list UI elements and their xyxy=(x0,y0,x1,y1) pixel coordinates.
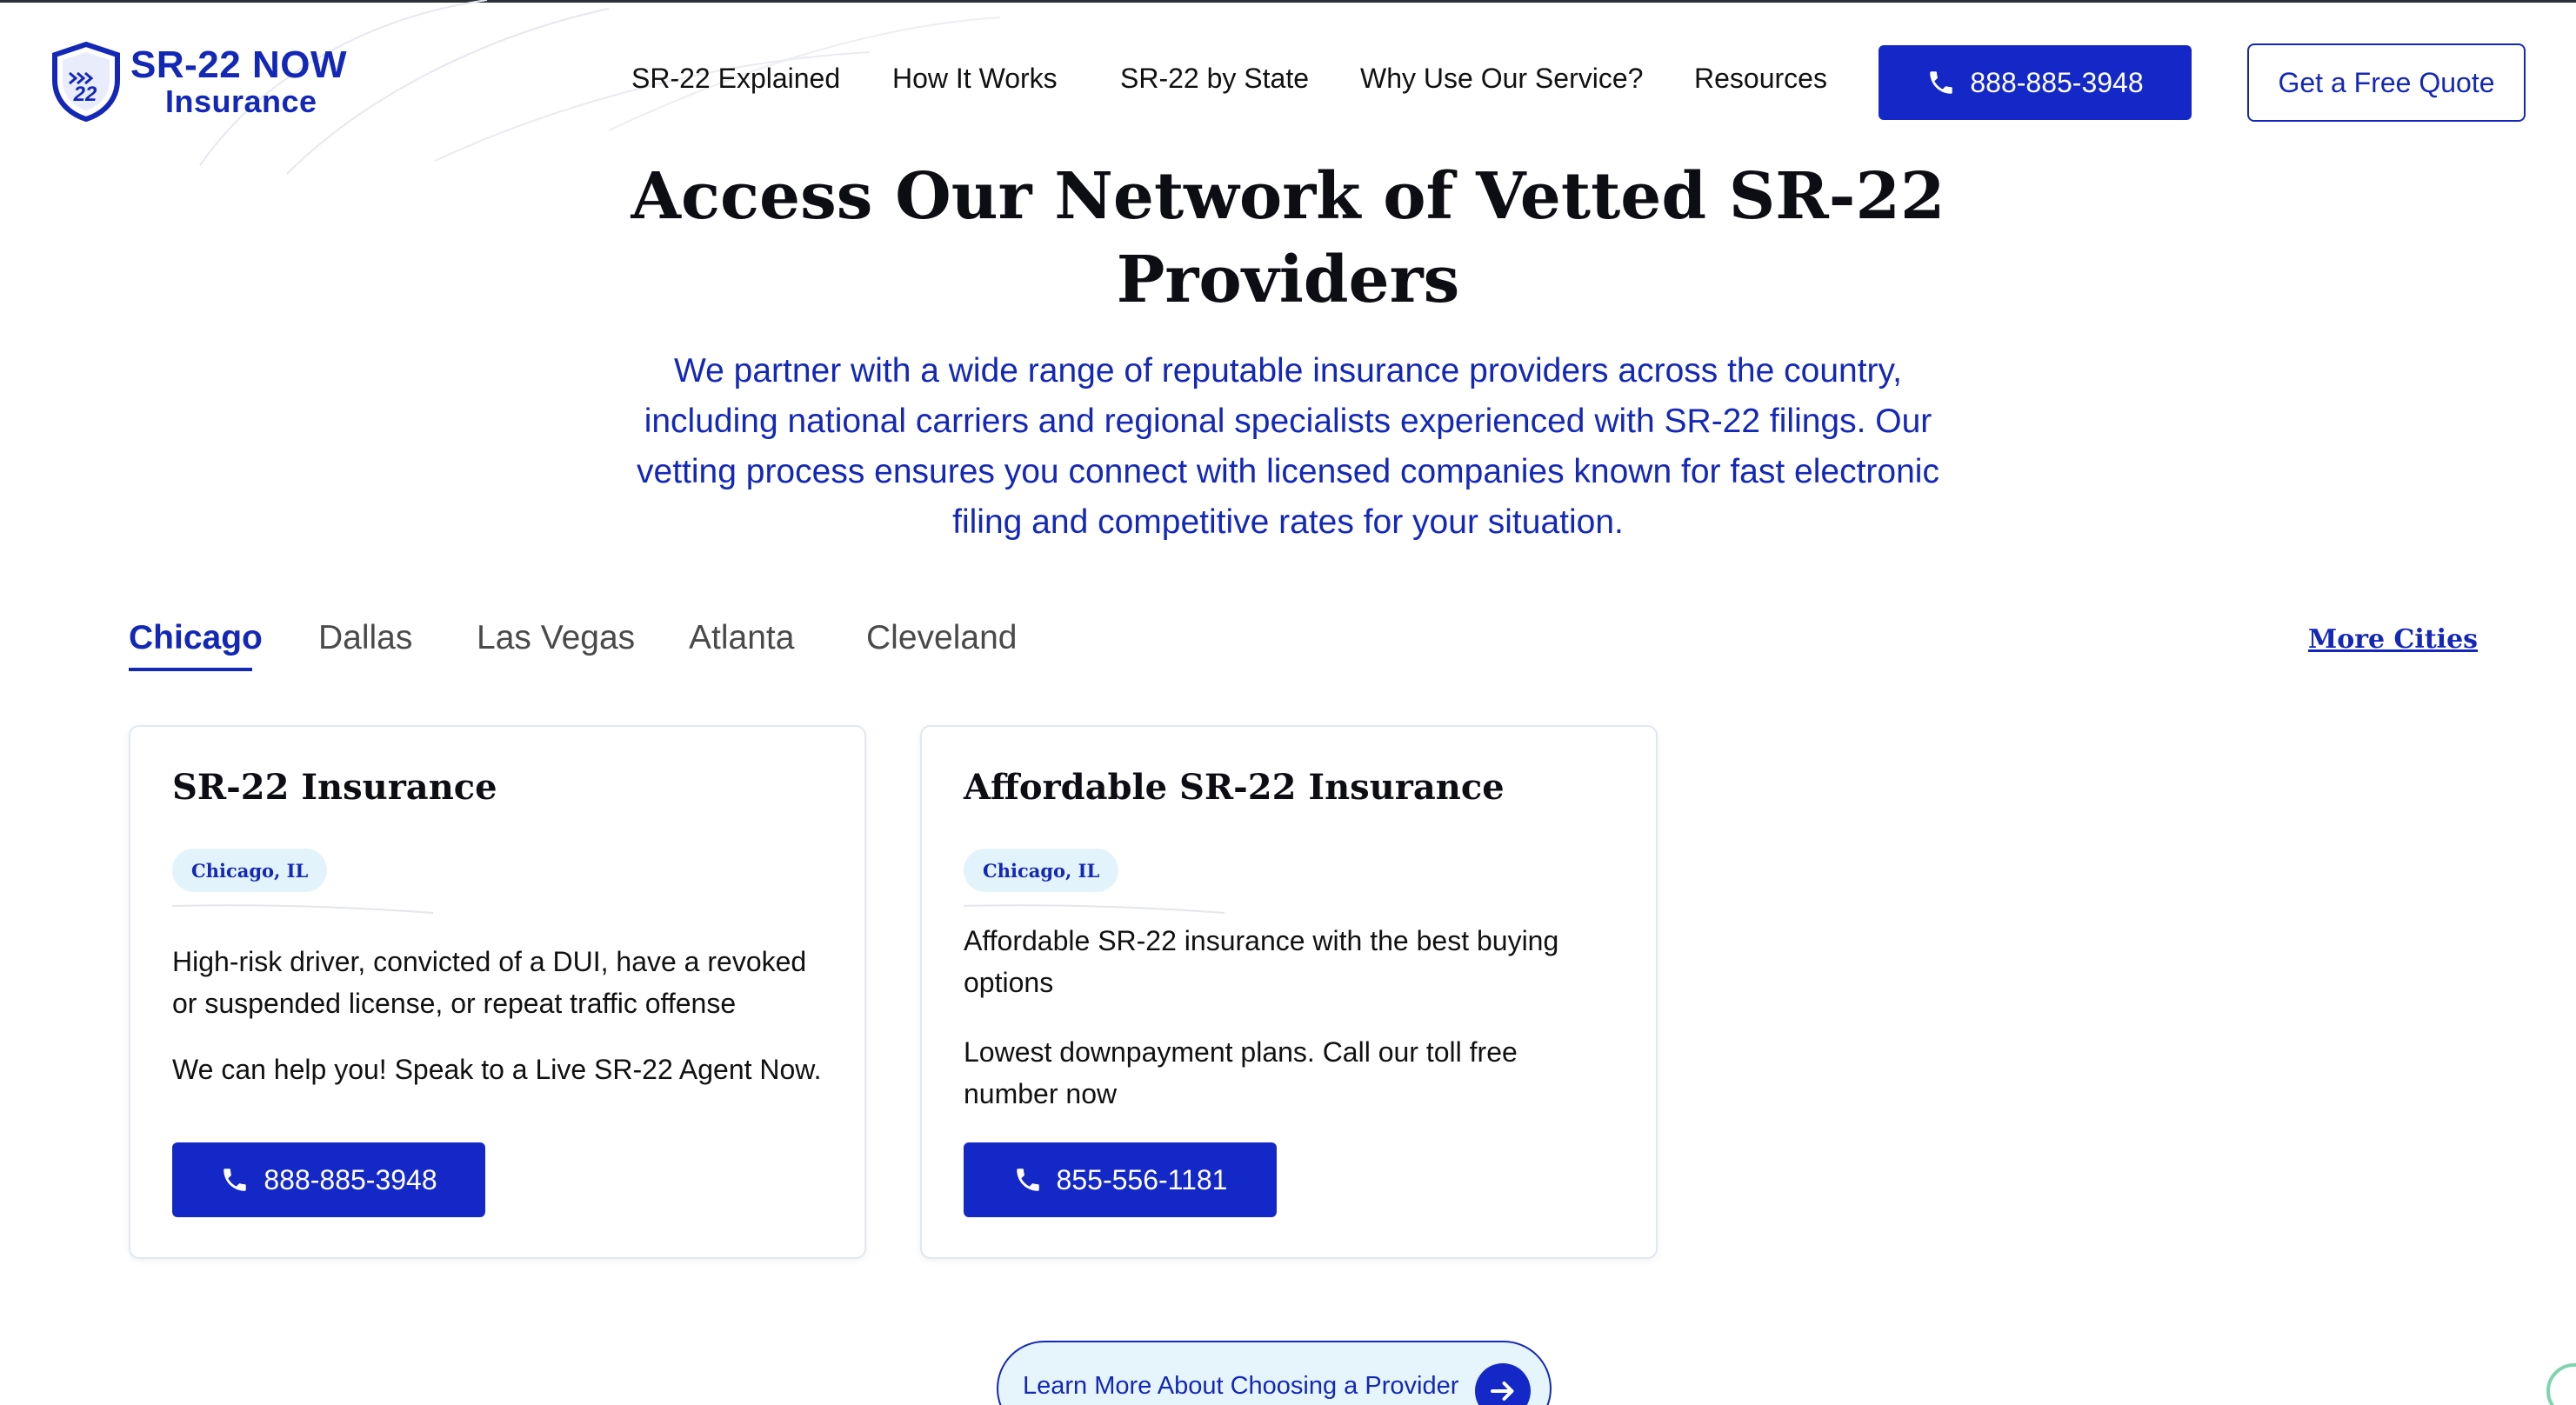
provider-call-number: 888-885-3948 xyxy=(264,1163,437,1195)
header-call-button[interactable]: 888-885-3948 xyxy=(1879,45,2192,120)
tab-dallas[interactable]: Dallas xyxy=(318,619,412,657)
page-title: Access Our Network of Vetted SR-22 Provi… xyxy=(0,155,2576,322)
site-logo[interactable]: 22 SR-22 NOW Insurance xyxy=(50,42,347,122)
tab-chicago[interactable]: Chicago xyxy=(129,619,263,657)
card-divider xyxy=(172,904,433,914)
page-subtitle-line-1: We partner with a wide range of reputabl… xyxy=(674,352,1902,390)
provider-card-cta-line-1: Lowest downpayment plans. Call our toll … xyxy=(964,1036,1518,1068)
top-border xyxy=(0,0,2576,3)
get-free-quote-button[interactable]: Get a Free Quote xyxy=(2247,43,2526,122)
nav-sr22-by-state[interactable]: SR-22 by State xyxy=(1120,63,1309,95)
shield-logo-number: 22 xyxy=(73,83,97,106)
shield-logo-icon: 22 xyxy=(52,42,120,122)
active-tab-underline xyxy=(129,668,252,671)
provider-card-description-line-2: or suspended license, or repeat traffic … xyxy=(172,988,737,1019)
tab-las-vegas[interactable]: Las Vegas xyxy=(477,619,635,657)
page-subtitle-line-3: vetting process ensures you connect with… xyxy=(637,453,1939,490)
phone-icon xyxy=(1016,1169,1039,1191)
chat-widget-edge-icon[interactable] xyxy=(2539,1356,2576,1405)
phone-icon xyxy=(1930,71,1953,94)
provider-card: SR-22 Insurance Chicago, IL High-risk dr… xyxy=(129,725,866,1259)
arrow-right-icon xyxy=(1475,1363,1531,1405)
card-divider xyxy=(964,904,1225,914)
tab-cleveland[interactable]: Cleveland xyxy=(866,619,1017,657)
location-badge: Chicago, IL xyxy=(964,849,1119,892)
provider-card-title: Affordable SR-22 Insurance xyxy=(964,767,1505,808)
logo-wordmark: SR-22 NOW Insurance xyxy=(130,46,347,117)
logo-subtitle: Insurance xyxy=(165,83,317,119)
provider-card-description: High-risk driver, convicted of a DUI, ha… xyxy=(172,941,833,1024)
nav-resources[interactable]: Resources xyxy=(1694,63,1827,95)
provider-card-description-line-1: High-risk driver, convicted of a DUI, ha… xyxy=(172,946,807,977)
provider-card-cta-text: We can help you! Speak to a Live SR-22 A… xyxy=(172,1049,833,1090)
provider-card: Affordable SR-22 Insurance Chicago, IL A… xyxy=(920,725,1658,1259)
provider-card-cta-line-1: We can help you! Speak to a Live SR-22 A… xyxy=(172,1054,822,1085)
provider-card-description: Affordable SR-22 insurance with the best… xyxy=(964,920,1625,1003)
page-title-line-1: Access Our Network of Vetted SR-22 xyxy=(631,159,1945,234)
nav-sr22-explained[interactable]: SR-22 Explained xyxy=(631,63,840,95)
learn-more-button[interactable]: Learn More About Choosing a Provider xyxy=(997,1341,1552,1405)
provider-card-cta-line-2: number now xyxy=(964,1078,1118,1109)
provider-call-button[interactable]: 888-885-3948 xyxy=(172,1142,485,1217)
page-subtitle-line-2: including national carriers and regional… xyxy=(644,403,1932,440)
location-badge: Chicago, IL xyxy=(172,849,328,892)
more-cities-link[interactable]: More Cities xyxy=(2308,624,2478,655)
provider-card-description-line-1: Affordable SR-22 insurance with the best… xyxy=(964,925,1559,956)
page: 22 SR-22 NOW Insurance SR-22 Explained H… xyxy=(0,0,2576,1405)
provider-call-button[interactable]: 855-556-1181 xyxy=(964,1142,1277,1217)
page-subtitle: We partner with a wide range of reputabl… xyxy=(591,346,1985,548)
phone-icon xyxy=(224,1169,247,1191)
provider-card-cta-text: Lowest downpayment plans. Call our toll … xyxy=(964,1031,1625,1115)
page-title-line-2: Providers xyxy=(1116,243,1460,317)
header-call-number: 888-885-3948 xyxy=(1970,66,2144,98)
nav-how-it-works[interactable]: How It Works xyxy=(892,63,1058,95)
nav-why-use-our-service[interactable]: Why Use Our Service? xyxy=(1360,63,1643,95)
learn-more-label: Learn More About Choosing a Provider xyxy=(1023,1372,1459,1400)
page-subtitle-line-4: filing and competitive rates for your si… xyxy=(952,503,1624,541)
provider-call-number: 855-556-1181 xyxy=(1056,1163,1228,1195)
provider-card-description-line-2: options xyxy=(964,967,1054,998)
logo-title: SR-22 NOW xyxy=(130,43,347,86)
provider-card-title: SR-22 Insurance xyxy=(172,767,497,808)
tab-atlanta[interactable]: Atlanta xyxy=(689,619,794,657)
